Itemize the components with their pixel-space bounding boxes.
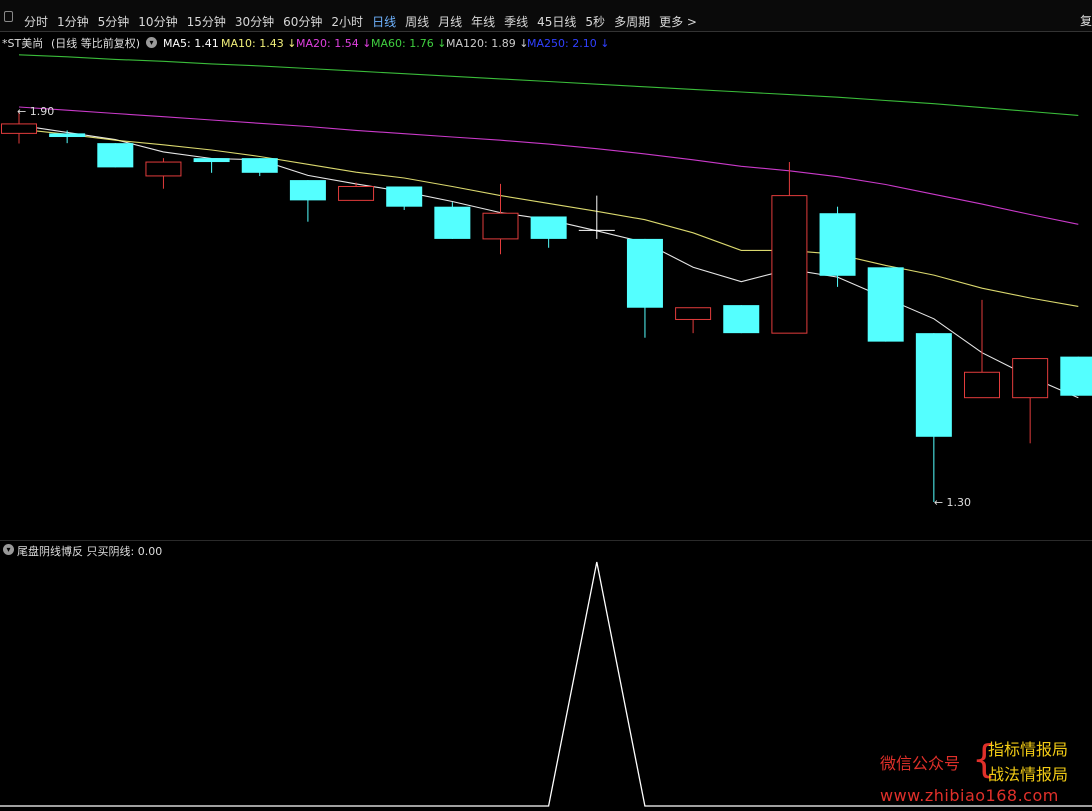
- candle-body: [289, 180, 326, 201]
- ma-line-MA60: [18, 54, 1079, 116]
- watermark: 微信公众号 { 指标情报局 战法情报局 www.zhibiao168.com: [878, 734, 1092, 811]
- candle-body: [867, 267, 904, 342]
- low-label: ← 1.30: [934, 496, 971, 509]
- panel-divider: [0, 540, 1092, 541]
- candle-body: [386, 186, 423, 207]
- watermark-line2: 战法情报局: [988, 765, 1069, 784]
- candle-body: [49, 133, 86, 138]
- candlestick-chart: ← 1.90 ← 1.30: [0, 54, 1092, 807]
- candle-body: [193, 158, 230, 163]
- candle-body: [915, 333, 952, 437]
- candle-body: [1, 123, 37, 134]
- candle-body: [771, 195, 808, 334]
- candle-body: [626, 238, 663, 308]
- candle-body: [338, 185, 375, 201]
- indicator-settings-icon[interactable]: ▾: [3, 544, 14, 555]
- candle-body: [97, 143, 134, 168]
- candle-body: [819, 213, 856, 276]
- candle-body: [434, 206, 471, 239]
- candle-body: [145, 161, 182, 177]
- candle-body: [675, 307, 712, 320]
- high-label: ← 1.90: [17, 105, 54, 118]
- candle-body: [964, 371, 1000, 399]
- candle-body: [482, 212, 519, 240]
- candle-body: [723, 305, 760, 334]
- indicator-value: 只买阴线: 0.00: [86, 545, 163, 558]
- watermark-url: www.zhibiao168.com: [880, 786, 1059, 805]
- candle-body: [1012, 358, 1049, 399]
- watermark-wechat: 微信公众号: [880, 754, 961, 773]
- watermark-line1: 指标情报局: [988, 740, 1069, 759]
- candle-body: [530, 216, 567, 239]
- indicator-title: 尾盘阴线博反: [17, 545, 83, 558]
- candle-body: [1060, 356, 1092, 396]
- candle-body: [241, 158, 278, 173]
